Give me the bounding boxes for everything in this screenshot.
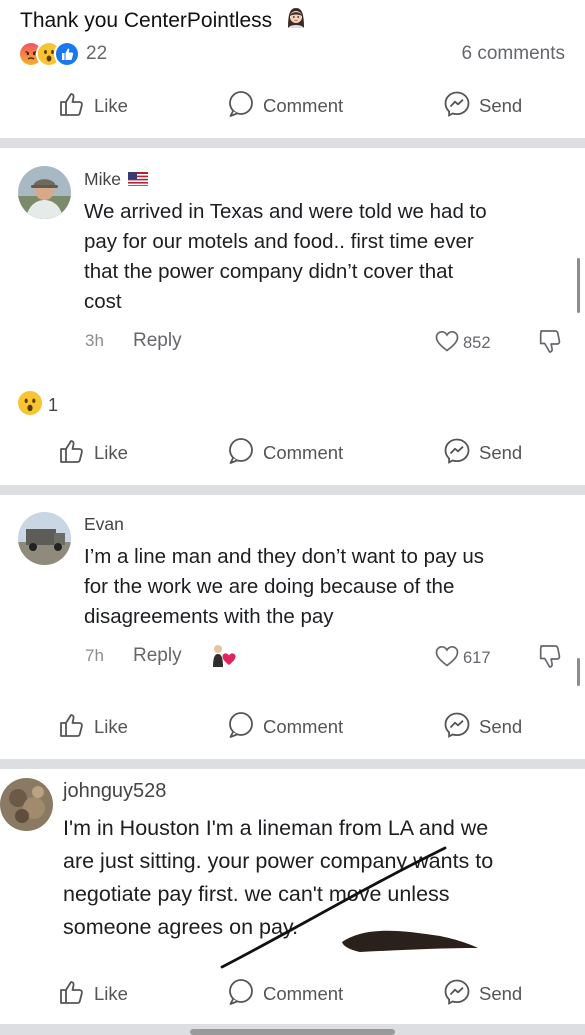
woman-emoji-icon [284,6,308,36]
avatar[interactable] [0,778,53,831]
home-indicator[interactable] [190,1029,395,1035]
send-label: Send [479,983,523,1004]
post-action-bar: Like Comment Send [0,705,585,749]
like-button[interactable]: Like [58,437,128,470]
section-divider [0,138,585,148]
post-reaction-count: 22 [86,43,108,64]
section-divider [0,485,585,495]
comment-author[interactable]: Evan [84,514,124,535]
wow-reaction-icon [18,391,42,420]
messenger-icon [443,437,479,470]
comment-label: Comment [263,95,344,116]
upvote-button[interactable]: 852 [434,329,491,358]
send-button[interactable]: Send [443,90,522,123]
comment-line: that the power company didn’t cover that [84,260,454,283]
like-button[interactable]: Like [58,978,128,1011]
send-label: Send [479,442,523,463]
post-action-bar: Like Comment Send [0,84,585,128]
comment-line: pay for our motels and food.. first time… [84,230,474,253]
send-button[interactable]: Send [443,437,522,470]
post-action-bar: Like Comment Send [0,972,585,1016]
comment-line: negotiate pay first. we can't move unles… [63,882,450,906]
messenger-icon [443,711,479,744]
couple-heart-emoji-icon [210,643,238,674]
comment-line: someone agrees on pay. [63,915,299,939]
post-caption-text: Thank you CenterPointless [20,9,273,32]
heart-outline-icon [434,329,463,358]
comment-label: Comment [263,442,344,463]
send-label: Send [479,95,523,116]
comment-line: cost [84,290,122,313]
heart-outline-icon [434,644,463,673]
comment-button[interactable]: Comment [227,437,343,470]
downvote-button[interactable] [535,328,563,359]
upvote-count: 852 [463,334,491,352]
reply-button[interactable]: Reply [133,330,182,352]
comment-bubble-icon [227,711,263,744]
upvote-count: 617 [463,649,491,667]
thumbs-up-icon [58,90,94,123]
scrollbar-thumb[interactable] [577,658,580,686]
reply-button[interactable]: Reply [133,645,182,667]
upvote-button[interactable]: 617 [434,644,491,673]
messenger-icon [443,90,479,123]
comment-button[interactable]: Comment [227,711,343,744]
comment-line: are just sitting. your power company wan… [63,849,494,873]
comment-button[interactable]: Comment [227,978,343,1011]
like-button[interactable]: Like [58,711,128,744]
like-label: Like [94,716,128,737]
comment-timestamp: 7h [85,646,104,665]
scrollbar-thumb[interactable] [577,258,580,313]
comment-label: Comment [263,983,344,1004]
comment-timestamp: 3h [85,331,104,350]
post-reaction-summary[interactable]: 22 [18,40,107,68]
comment-line: We arrived in Texas and were told we had… [84,200,487,223]
post-action-bar: Like Comment Send [0,431,585,475]
like-label: Like [94,983,128,1004]
comment-bubble-icon [227,90,263,123]
thumbs-up-icon [58,437,94,470]
section-divider [0,759,585,769]
comment-body: I’m a line man and they don’t want to pa… [84,542,564,632]
like-reaction-icon [54,41,80,67]
comment-author[interactable]: Mike [84,169,148,191]
avatar[interactable] [18,166,71,219]
send-button[interactable]: Send [443,978,522,1011]
like-button[interactable]: Like [58,90,128,123]
downvote-button[interactable] [535,643,563,674]
comment-body: We arrived in Texas and were told we had… [84,197,564,317]
comment-body: I'm in Houston I'm a lineman from LA and… [63,812,585,944]
comment-bubble-icon [227,978,263,1011]
comment-label: Comment [263,716,344,737]
send-label: Send [479,716,523,737]
comment-line: for the work we are doing because of the [84,575,455,598]
post-comments-count[interactable]: 6 comments [462,43,565,65]
comment-line: disagreements with the pay [84,605,334,628]
thumbs-up-icon [58,978,94,1011]
like-label: Like [94,95,128,116]
downvote-icon [535,645,563,673]
comment-reaction-summary[interactable]: 1 [18,391,58,420]
avatar[interactable] [18,512,71,565]
comment-line: I’m a line man and they don’t want to pa… [84,545,484,568]
like-label: Like [94,442,128,463]
thumbs-up-icon [58,711,94,744]
send-button[interactable]: Send [443,711,522,744]
comment-author[interactable]: johnguy528 [63,780,166,803]
us-flag-icon [127,170,148,191]
comment-button[interactable]: Comment [227,90,343,123]
messenger-icon [443,978,479,1011]
comment-reaction-count: 1 [48,395,59,415]
comment-author-name: Mike [84,169,121,189]
post-caption: Thank you CenterPointless [20,6,308,36]
comment-line: I'm in Houston I'm a lineman from LA and… [63,816,489,840]
downvote-icon [535,330,563,358]
comment-bubble-icon [227,437,263,470]
